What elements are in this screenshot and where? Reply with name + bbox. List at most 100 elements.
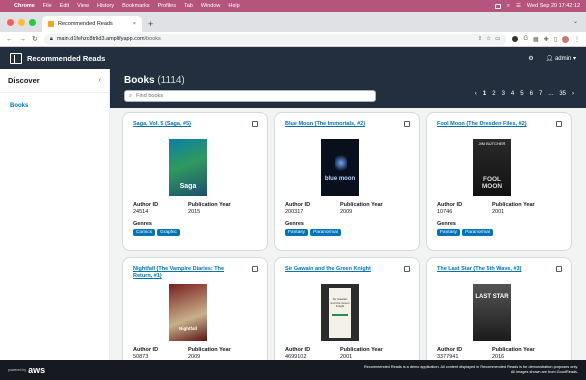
book-title-link[interactable]: Nightfall (The Vampire Diaries: The Retu… xyxy=(133,266,243,280)
extension-icon[interactable] xyxy=(512,36,519,42)
page-ellipsis: ... xyxy=(548,91,554,97)
settings-gear-icon[interactable]: ⚙ xyxy=(528,55,533,62)
browser-tab-strip: Recommended Reads × + ⌄ xyxy=(0,12,586,32)
menu-history[interactable]: History xyxy=(97,3,114,9)
page-button-6[interactable]: 6 xyxy=(530,91,533,97)
prev-page-button[interactable]: ‹ xyxy=(475,91,477,97)
collapse-sidebar-icon[interactable]: ‹ xyxy=(99,77,101,84)
menu-profiles[interactable]: Profiles xyxy=(158,3,176,9)
app-footer: powered by aws Recommended Reads is a de… xyxy=(0,360,586,380)
book-cover[interactable]: blue moon xyxy=(321,139,359,196)
publication-year-label: Publication Year xyxy=(340,347,383,353)
battery-icon[interactable] xyxy=(494,3,501,9)
page-button-5[interactable]: 5 xyxy=(520,91,523,97)
tab-title: Recommended Reads xyxy=(58,21,113,27)
book-cover[interactable]: LAST STAR xyxy=(473,284,511,341)
book-cover[interactable]: Saga xyxy=(169,139,207,196)
select-checkbox[interactable] xyxy=(252,121,258,127)
forward-arrow-icon[interactable]: → xyxy=(19,36,26,43)
search-input[interactable]: Find books xyxy=(136,93,163,99)
menu-edit[interactable]: Edit xyxy=(60,3,69,9)
menu-tab[interactable]: Tab xyxy=(184,3,193,9)
cover-text: Sir Gawain and the Green Knight xyxy=(330,297,350,308)
genre-tags: Fantasy Paranormal xyxy=(437,229,493,236)
page-button-3[interactable]: 3 xyxy=(502,91,505,97)
menu-window[interactable]: Window xyxy=(201,3,221,9)
menu-view[interactable]: View xyxy=(77,3,89,9)
book-cover[interactable]: Sir Gawain and the Green Knight xyxy=(321,284,359,341)
search-box[interactable]: ⌕ Find books xyxy=(124,90,376,102)
book-meta: Author ID Publication Year 4699102 2001 xyxy=(285,347,400,360)
page-button-7[interactable]: 7 xyxy=(539,91,542,97)
back-arrow-icon[interactable]: ← xyxy=(6,36,13,43)
lock-icon[interactable]: 🔒︎ xyxy=(50,36,53,43)
zoom-window-button[interactable] xyxy=(29,19,36,26)
genre-tag: Paranormal xyxy=(462,229,493,236)
next-page-button[interactable]: › xyxy=(572,91,574,97)
clock[interactable]: Wed Sep 20 17:42:12 xyxy=(527,3,580,9)
select-checkbox[interactable] xyxy=(556,266,562,272)
browser-tab[interactable]: Recommended Reads × xyxy=(42,16,142,32)
side-panel-icon[interactable]: ▯ xyxy=(554,36,557,43)
share-icon[interactable]: ⇪ xyxy=(478,36,483,42)
book-meta: Author ID Publication Year 24514 2015 xyxy=(133,202,248,215)
select-checkbox[interactable] xyxy=(404,121,410,127)
extensions-puzzle-icon[interactable]: ✚ xyxy=(544,36,549,43)
book-card: The Last Star (The 5th Wave, #3) LAST ST… xyxy=(426,257,572,360)
reload-icon[interactable]: ↻ xyxy=(32,35,38,43)
book-title-link[interactable]: Saga, Vol. 5 (Saga, #5) xyxy=(133,121,243,128)
minimize-window-button[interactable] xyxy=(18,19,25,26)
address-bar[interactable]: 🔒︎ main.d1fehzc8trlid3.amplifyapp.com/bo… xyxy=(43,33,507,45)
page-button-1[interactable]: 1 xyxy=(483,91,486,97)
select-checkbox[interactable] xyxy=(404,266,410,272)
book-cover[interactable]: Nightfall xyxy=(169,284,207,341)
menu-help[interactable]: Help xyxy=(228,3,239,9)
genre-tag: Fantasy xyxy=(437,229,461,236)
book-card: Sir Gawain and the Green Knight Sir Gawa… xyxy=(274,257,420,360)
user-icon: 👤︎ xyxy=(545,55,554,62)
sidebar-item-books[interactable]: Books xyxy=(0,93,109,119)
url-host: main.d1fehzc8trlid3.amplifyapp.com xyxy=(56,36,145,42)
page-button-2[interactable]: 2 xyxy=(492,91,495,97)
book-meta: Author ID Publication Year 3377941 2016 xyxy=(437,347,552,360)
book-meta: Author ID Publication Year 200317 2009 xyxy=(285,202,400,215)
close-window-button[interactable] xyxy=(7,19,14,26)
powered-by-text: powered by xyxy=(8,368,27,372)
cover-art xyxy=(329,288,351,338)
extension-grid-icon[interactable]: ▦ xyxy=(533,36,539,43)
new-tab-button[interactable]: + xyxy=(148,16,153,32)
control-center-icon[interactable]: ☰ xyxy=(516,3,521,9)
select-checkbox[interactable] xyxy=(556,121,562,127)
search-icon[interactable]: ⌕ xyxy=(507,3,510,10)
book-title-link[interactable]: The Last Star (The 5th Wave, #3) xyxy=(437,266,547,273)
user-name: admin xyxy=(554,55,572,62)
page-button-last[interactable]: 35 xyxy=(559,91,566,97)
profile-avatar[interactable] xyxy=(562,35,569,43)
book-cover[interactable]: JIM BUTCHER FOOL MOON xyxy=(473,139,511,196)
aws-logo: aws xyxy=(28,365,46,375)
book-meta: Author ID Publication Year 10746 2001 xyxy=(437,202,552,215)
user-menu[interactable]: 👤︎ admin ▾ xyxy=(546,55,576,62)
author-id-label: Author ID xyxy=(133,202,159,208)
cover-text: blue moon xyxy=(324,176,356,182)
select-checkbox[interactable] xyxy=(252,266,258,272)
sidebar-header: Discover ‹ xyxy=(0,69,109,93)
page-button-4[interactable]: 4 xyxy=(511,91,514,97)
tab-search-chevron-icon[interactable]: ⌄ xyxy=(573,18,578,25)
chrome-menu-icon[interactable]: ⋮ xyxy=(574,36,580,43)
book-grid: Saga, Vol. 5 (Saga, #5) Saga Author ID P… xyxy=(122,112,582,360)
sidebar-panel-icon[interactable]: ▭ xyxy=(495,36,500,42)
genre-tag: Comics xyxy=(133,229,155,236)
publication-year-label: Publication Year xyxy=(340,202,383,208)
menu-chrome[interactable]: Chrome xyxy=(14,3,35,9)
tab-close-icon[interactable]: × xyxy=(133,21,136,27)
menu-file[interactable]: File xyxy=(43,3,52,9)
bookmark-star-icon[interactable]: ☆ xyxy=(486,36,491,42)
menu-bookmarks[interactable]: Bookmarks xyxy=(122,3,150,9)
book-title-link[interactable]: Sir Gawain and the Green Knight xyxy=(285,266,395,273)
publication-year-label: Publication Year xyxy=(188,347,231,353)
genres-label: Genres xyxy=(437,221,456,227)
book-title-link[interactable]: Blue Moon (The Immortals, #2) xyxy=(285,121,395,128)
extension-g-icon[interactable]: G xyxy=(523,36,528,42)
book-title-link[interactable]: Fool Moon (The Dresden Files, #2) xyxy=(437,121,547,128)
